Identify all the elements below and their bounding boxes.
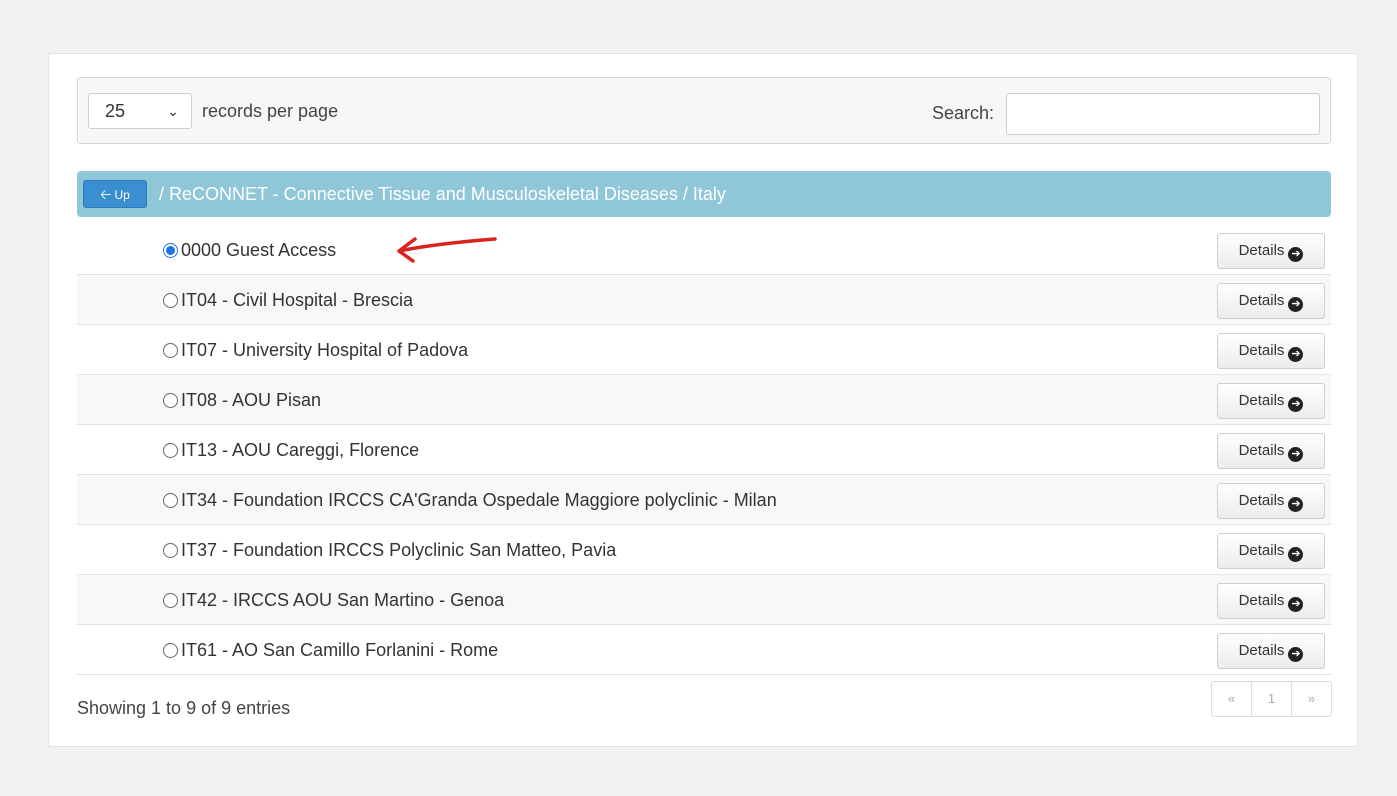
site-label: IT07 - University Hospital of Padova	[181, 340, 469, 360]
up-button-label: Up	[114, 188, 130, 202]
list-item[interactable]: IT08 - AOU Pisan Details ➔	[77, 375, 1331, 425]
page-size-value: 25	[105, 101, 126, 121]
pagination-prev-button[interactable]: «	[1212, 682, 1251, 716]
site-label: IT04 - Civil Hospital - Brescia	[181, 290, 414, 310]
site-radio[interactable]	[163, 443, 178, 458]
site-label: IT34 - Foundation IRCCS CA'Granda Ospeda…	[181, 490, 777, 510]
details-button-label: Details	[1238, 542, 1285, 559]
details-button-label: Details	[1238, 342, 1285, 359]
arrow-circle-right-icon: ➔	[1288, 347, 1304, 362]
details-button[interactable]: Details ➔	[1217, 283, 1325, 319]
site-radio[interactable]	[163, 343, 178, 358]
list-item[interactable]: IT42 - IRCCS AOU San Martino - Genoa Deta…	[77, 575, 1331, 625]
details-button[interactable]: Details ➔	[1217, 633, 1325, 669]
pagination: « 1 »	[1211, 681, 1332, 717]
site-radio[interactable]	[163, 243, 178, 258]
list-item[interactable]: IT61 - AO San Camillo Forlanini - Rome De…	[77, 625, 1331, 675]
records-per-page-label: records per page	[202, 101, 339, 121]
list-item[interactable]: IT37 - Foundation IRCCS Polyclinic San M…	[77, 525, 1331, 575]
up-button[interactable]: 🡠 Up	[83, 180, 147, 208]
details-button[interactable]: Details ➔	[1217, 233, 1325, 269]
details-button-label: Details	[1238, 442, 1285, 459]
site-radio[interactable]	[163, 493, 178, 508]
details-button[interactable]: Details ➔	[1217, 383, 1325, 419]
details-button[interactable]: Details ➔	[1217, 583, 1325, 619]
entries-info: Showing 1 to 9 of 9 entries	[77, 698, 291, 718]
details-button[interactable]: Details ➔	[1217, 333, 1325, 369]
list-item[interactable]: IT07 - University Hospital of Padova Deta…	[77, 325, 1331, 375]
pagination-next-button[interactable]: »	[1291, 682, 1331, 716]
arrow-circle-right-icon: ➔	[1288, 447, 1304, 462]
site-label: IT42 - IRCCS AOU San Martino - Genoa	[181, 590, 505, 610]
arrow-left-icon: 🡠	[100, 186, 112, 202]
site-list: 0000 Guest Access Details ➔ IT04 - Civil Ho…	[77, 225, 1331, 675]
details-button[interactable]: Details ➔	[1217, 533, 1325, 569]
site-radio[interactable]	[163, 593, 178, 608]
arrow-circle-right-icon: ➔	[1288, 397, 1304, 412]
details-button[interactable]: Details ➔	[1217, 433, 1325, 469]
table-panel: 25 ⌄ records per page Search: 🡠 Up / ReCO…	[48, 53, 1358, 747]
details-button[interactable]: Details ➔	[1217, 483, 1325, 519]
list-item[interactable]: IT13 - AOU Careggi, Florence Details ➔	[77, 425, 1331, 475]
pagination-page-button[interactable]: 1	[1251, 682, 1291, 716]
site-label: IT61 - AO San Camillo Forlanini - Rome	[181, 640, 499, 660]
breadcrumb-path: / ReCONNET - Connective Tissue and Muscu…	[159, 184, 726, 204]
site-label: IT37 - Foundation IRCCS Polyclinic San M…	[181, 540, 617, 560]
site-radio[interactable]	[163, 643, 178, 658]
chevron-down-icon: ⌄	[167, 103, 179, 119]
site-radio[interactable]	[163, 543, 178, 558]
search-input[interactable]	[1006, 93, 1320, 135]
details-button-label: Details	[1238, 592, 1285, 609]
arrow-circle-right-icon: ➔	[1288, 547, 1304, 562]
site-radio[interactable]	[163, 293, 178, 308]
site-label: IT08 - AOU Pisan	[181, 390, 322, 410]
site-label: IT13 - AOU Careggi, Florence	[181, 440, 420, 460]
list-item[interactable]: 0000 Guest Access Details ➔	[77, 225, 1331, 275]
site-radio[interactable]	[163, 393, 178, 408]
details-button-label: Details	[1238, 642, 1285, 659]
page-size-select[interactable]: 25 ⌄	[88, 93, 192, 129]
arrow-circle-right-icon: ➔	[1288, 497, 1304, 512]
annotation-arrow-icon	[397, 237, 497, 263]
details-button-label: Details	[1238, 392, 1285, 409]
details-button-label: Details	[1238, 492, 1285, 509]
list-item[interactable]: IT04 - Civil Hospital - Brescia Details ➔	[77, 275, 1331, 325]
arrow-circle-right-icon: ➔	[1288, 647, 1304, 662]
details-button-label: Details	[1238, 292, 1285, 309]
arrow-circle-right-icon: ➔	[1288, 247, 1304, 262]
page: 25 ⌄ records per page Search: 🡠 Up / ReCO…	[0, 0, 1397, 796]
arrow-circle-right-icon: ➔	[1288, 597, 1304, 612]
list-item[interactable]: IT34 - Foundation IRCCS CA'Granda Ospeda…	[77, 475, 1331, 525]
search-label: Search:	[932, 103, 995, 123]
details-button-label: Details	[1238, 242, 1285, 259]
site-label: 0000 Guest Access	[181, 240, 337, 260]
breadcrumb: 🡠 Up / ReCONNET - Connective Tissue and M…	[77, 171, 1331, 217]
arrow-circle-right-icon: ➔	[1288, 297, 1304, 312]
table-toolbar: 25 ⌄ records per page Search:	[77, 77, 1331, 144]
